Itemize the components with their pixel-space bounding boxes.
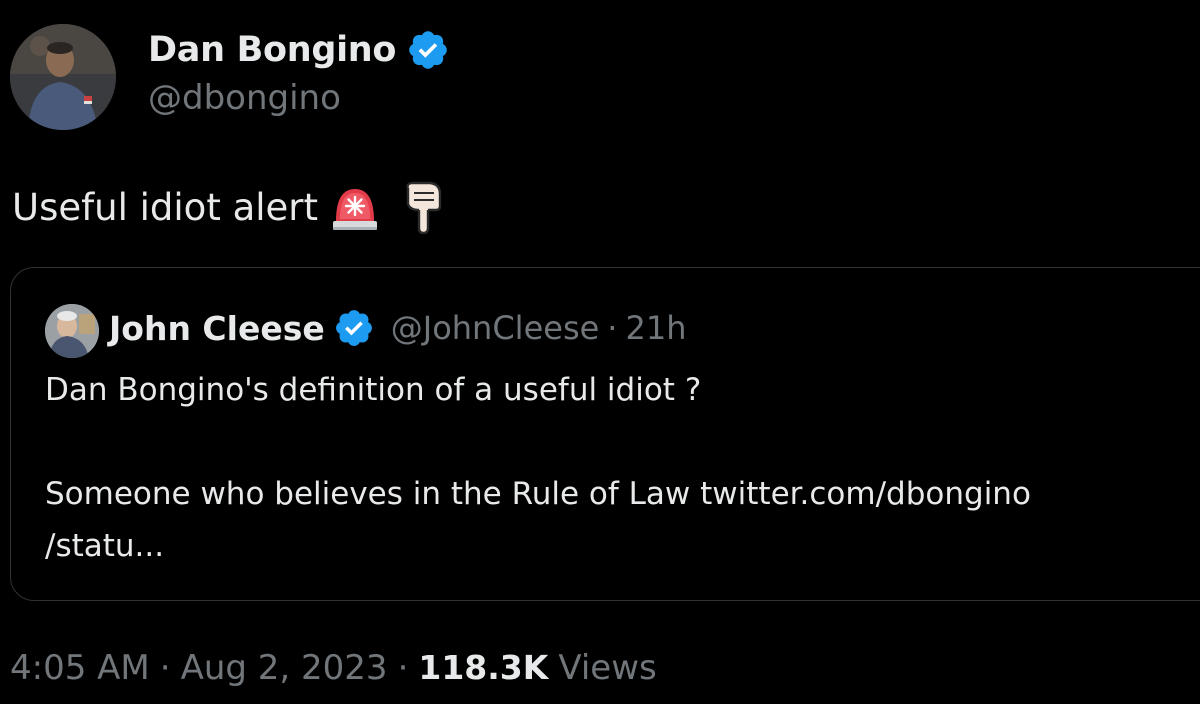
tweet: Dan Bongino @dbongino Useful idiot alert — [0, 0, 1200, 704]
verified-badge-icon[interactable] — [406, 28, 450, 72]
tweet-text: Useful idiot alert — [12, 180, 446, 234]
quoted-time-ago[interactable]: 21h — [625, 309, 686, 347]
quoted-tweet-text: Dan Bongino's definition of a useful idi… — [45, 372, 1031, 564]
quoted-author-avatar[interactable] — [45, 304, 99, 358]
quoted-verified-badge-icon[interactable] — [333, 307, 375, 349]
quoted-tweet-card[interactable]: John Cleese @JohnCleese · 21h Dan Bongin… — [10, 267, 1200, 601]
meta-separator: · — [159, 648, 171, 688]
views-label: Views — [558, 648, 657, 688]
avatar-photo-icon — [10, 24, 116, 130]
author-name[interactable]: Dan Bongino — [148, 30, 396, 70]
quoted-separator: · — [607, 309, 618, 347]
quoted-author-handle[interactable]: @JohnCleese — [391, 309, 600, 347]
quoted-author-name[interactable]: John Cleese — [109, 309, 325, 348]
meta-separator-2: · — [397, 648, 409, 688]
tweet-time[interactable]: 4:05 AM — [10, 648, 150, 688]
views-count[interactable]: 118.3K — [418, 648, 548, 687]
quoted-tweet-header: John Cleese @JohnCleese · 21h — [109, 306, 686, 350]
tweet-meta-row: 4:05 AM · Aug 2, 2023 · 118.3K Views — [10, 648, 657, 688]
author-handle[interactable]: @dbongino — [148, 78, 341, 118]
quoted-avatar-photo-icon — [45, 304, 99, 358]
author-avatar[interactable] — [10, 24, 116, 130]
pointing-down-emoji-icon — [400, 180, 446, 234]
author-name-row: Dan Bongino — [148, 28, 450, 72]
tweet-date[interactable]: Aug 2, 2023 — [181, 648, 388, 688]
tweet-text-content: Useful idiot alert — [12, 185, 319, 229]
police-light-emoji-icon — [330, 181, 380, 233]
